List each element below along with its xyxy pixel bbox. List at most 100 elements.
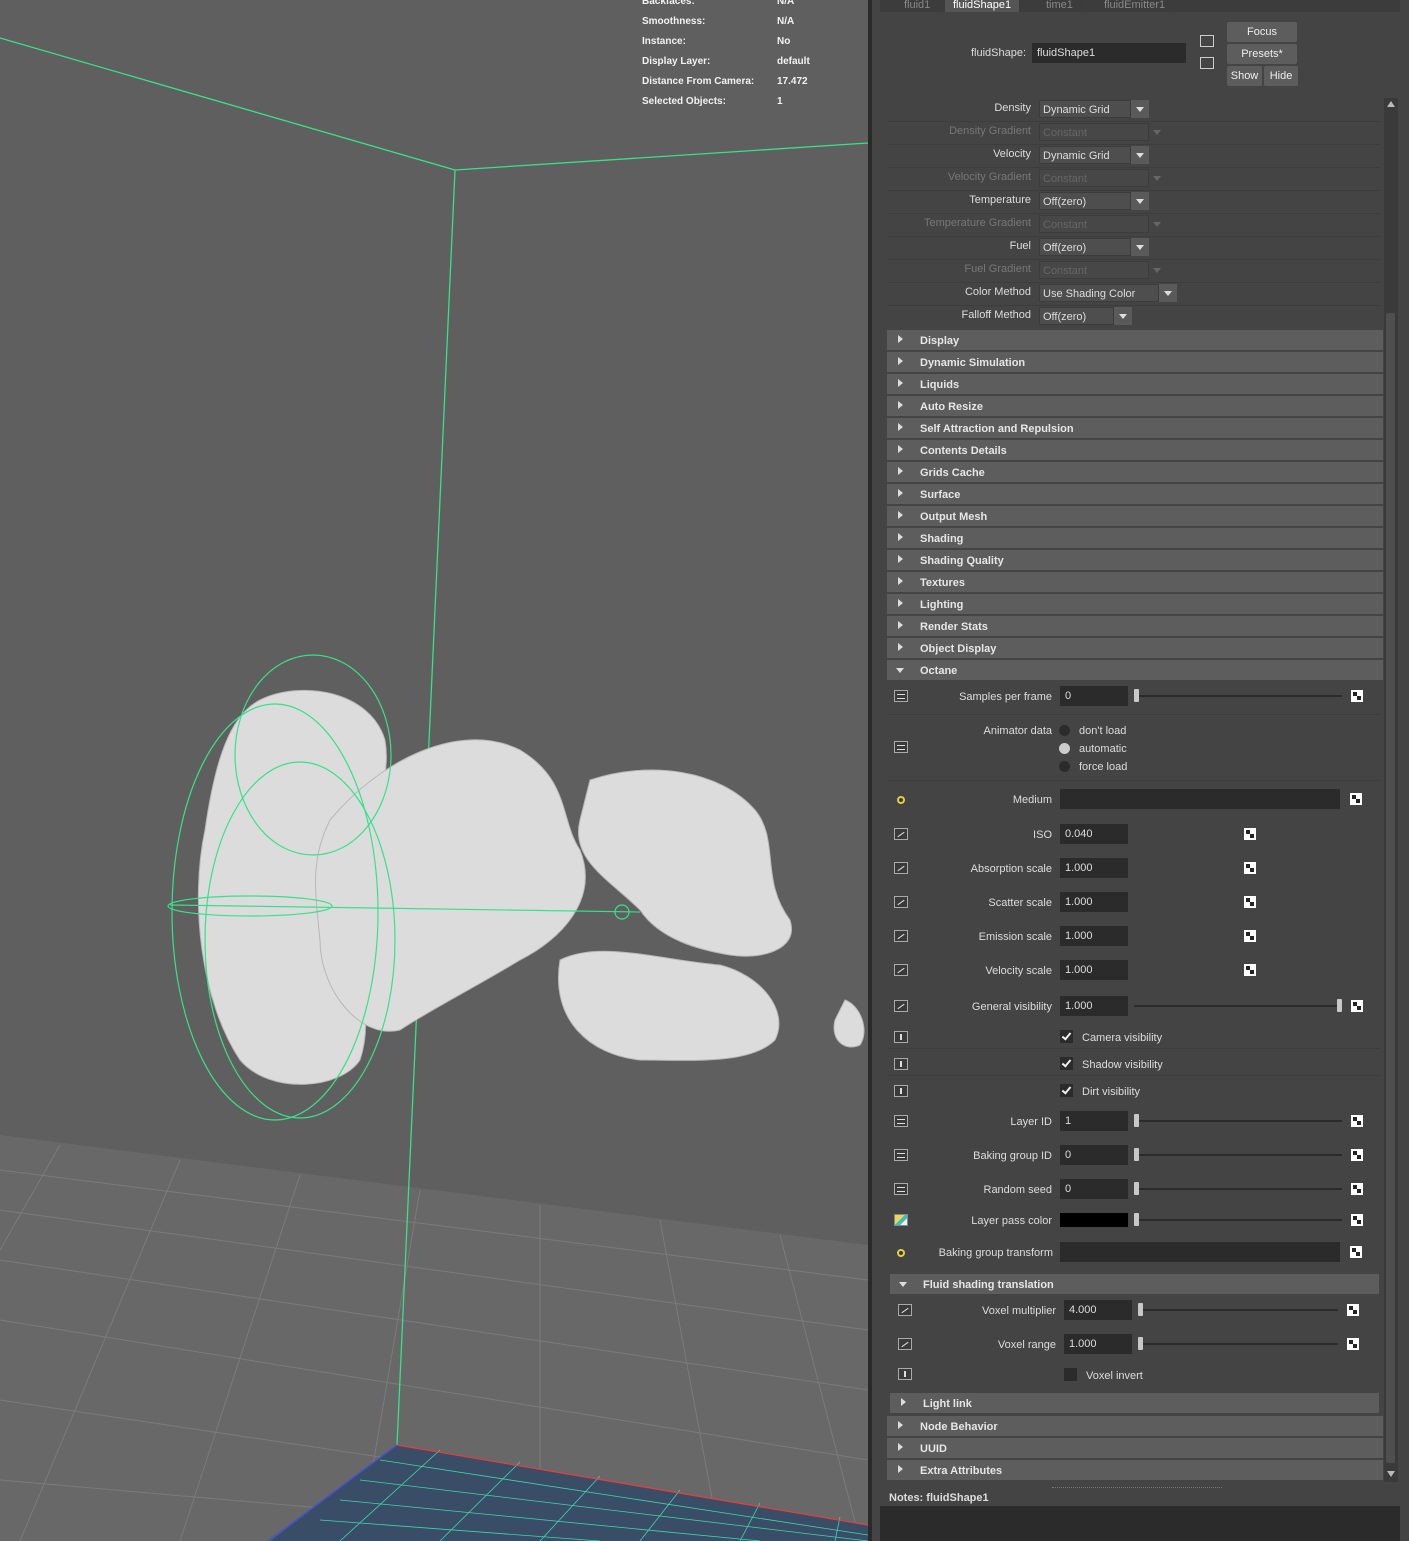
iso-field[interactable]: 0.040 [1060,824,1128,844]
chevron-down-icon[interactable] [1131,192,1149,210]
go-to-input-icon[interactable] [1200,35,1214,47]
slider-knob[interactable] [1138,1303,1143,1316]
section-header[interactable]: Shading Quality [887,550,1383,570]
voxel-range-slider[interactable] [1138,1343,1338,1345]
baking-group-transform-field[interactable] [1060,1242,1340,1262]
voxel-range-field[interactable]: 1.000 [1064,1334,1132,1354]
section-header[interactable]: Self Attraction and Repulsion [887,418,1383,438]
voxel-invert-checkbox[interactable] [1064,1368,1077,1381]
map-button-icon[interactable] [1244,930,1256,942]
voxel-multiplier-slider[interactable] [1138,1309,1338,1311]
section-header[interactable]: Render Stats [887,616,1383,636]
section-header[interactable]: Dynamic Simulation [887,352,1383,372]
section-header[interactable]: Textures [887,572,1383,592]
scatter-scale-field[interactable]: 1.000 [1060,892,1128,912]
camera-visibility-checkbox[interactable] [1060,1030,1073,1043]
section-header[interactable]: Object Display [887,638,1383,658]
section-header[interactable]: Output Mesh [887,506,1383,526]
layer-pass-color-swatch[interactable] [1060,1213,1128,1227]
section-fluid-shading-translation[interactable]: Fluid shading translation [890,1274,1379,1294]
tab-fluid1[interactable]: fluid1 [896,0,940,12]
section-header[interactable]: Contents Details [887,440,1383,460]
map-button-icon[interactable] [1351,1149,1363,1161]
contents-method-dropdown[interactable]: Dynamic Grid [1039,146,1131,164]
node-name-field[interactable]: fluidShape1 [1032,43,1186,63]
scroll-thumb[interactable] [1386,313,1395,1463]
radio-dont-load[interactable] [1059,725,1070,736]
attribute-scrollbar[interactable] [1384,98,1398,1482]
contents-method-dropdown[interactable]: Off(zero) [1039,238,1131,256]
chevron-down-icon[interactable] [1131,238,1149,256]
tab-fluidEmitter1[interactable]: fluidEmitter1 [1096,0,1175,12]
radio-force-load[interactable] [1059,761,1070,772]
slider-knob[interactable] [1138,1337,1143,1350]
map-button-icon[interactable] [1351,1115,1363,1127]
map-button-icon[interactable] [1351,1214,1363,1226]
layer-pass-color-slider[interactable] [1134,1219,1342,1221]
velocity-scale-field[interactable]: 1.000 [1060,960,1128,980]
section-header[interactable]: Liquids [887,374,1383,394]
section-header[interactable]: Shading [887,528,1383,548]
section-header[interactable]: Display [887,330,1383,350]
map-button-icon[interactable] [1350,793,1362,805]
random-seed-field[interactable]: 0 [1060,1179,1128,1199]
tab-time1[interactable]: time1 [1038,0,1082,12]
general-visibility-field[interactable]: 1.000 [1060,996,1128,1016]
hide-button[interactable]: Hide [1264,66,1298,86]
section-light-link[interactable]: Light link [890,1393,1379,1413]
baking-group-id-slider[interactable] [1134,1154,1342,1156]
contents-method-dropdown[interactable]: Dynamic Grid [1039,100,1131,118]
samples-per-frame-slider[interactable] [1134,695,1342,697]
slider-knob[interactable] [1134,1182,1139,1195]
map-button-icon[interactable] [1351,690,1363,702]
tab-fluidShape1[interactable]: fluidShape1 [945,0,1021,12]
map-button-icon[interactable] [1244,964,1256,976]
section-header[interactable]: Extra Attributes [887,1460,1383,1480]
section-octane[interactable]: Octane [887,660,1383,680]
focus-button[interactable]: Focus [1227,22,1297,42]
baking-group-id-field[interactable]: 0 [1060,1145,1128,1165]
show-button[interactable]: Show [1227,66,1262,86]
chevron-down-icon[interactable] [1159,284,1177,302]
section-header[interactable]: Lighting [887,594,1383,614]
go-to-output-icon[interactable] [1200,57,1214,69]
map-button-icon[interactable] [1351,1183,1363,1195]
layer-id-slider[interactable] [1134,1120,1342,1122]
contents-method-dropdown[interactable]: Off(zero) [1039,307,1114,325]
general-visibility-slider[interactable] [1134,1005,1342,1007]
section-header[interactable]: Surface [887,484,1383,504]
emission-scale-field[interactable]: 1.000 [1060,926,1128,946]
dirt-visibility-checkbox[interactable] [1060,1084,1073,1097]
shadow-visibility-checkbox[interactable] [1060,1057,1073,1070]
slider-knob[interactable] [1134,1148,1139,1161]
scroll-down-arrow-icon[interactable] [1387,1471,1395,1477]
3d-viewport[interactable]: Backfaces: N/A Smoothness: N/A Instance: No Di… [0,0,868,1541]
slider-knob[interactable] [1134,1114,1139,1127]
slider-knob[interactable] [1134,1213,1139,1226]
map-button-icon[interactable] [1244,896,1256,908]
radio-automatic[interactable] [1059,743,1070,754]
absorption-scale-field[interactable]: 1.000 [1060,858,1128,878]
notes-resize-handle[interactable] [1052,1487,1222,1488]
voxel-multiplier-field[interactable]: 4.000 [1064,1300,1132,1320]
scroll-up-arrow-icon[interactable] [1387,101,1395,107]
random-seed-slider[interactable] [1134,1188,1342,1190]
samples-per-frame-field[interactable]: 0 [1060,686,1128,706]
map-button-icon[interactable] [1347,1338,1359,1350]
section-header[interactable]: Auto Resize [887,396,1383,416]
contents-method-dropdown[interactable]: Off(zero) [1039,192,1131,210]
medium-field[interactable] [1060,789,1340,809]
contents-method-dropdown[interactable]: Use Shading Color [1039,284,1159,302]
map-button-icon[interactable] [1244,862,1256,874]
section-header[interactable]: Grids Cache [887,462,1383,482]
slider-knob[interactable] [1134,689,1139,702]
map-button-icon[interactable] [1347,1304,1359,1316]
chevron-down-icon[interactable] [1131,146,1149,164]
section-header[interactable]: UUID [887,1438,1383,1458]
presets-button[interactable]: Presets* [1227,44,1297,64]
section-header[interactable]: Node Behavior [887,1416,1383,1436]
map-button-icon[interactable] [1351,1000,1363,1012]
slider-knob[interactable] [1337,999,1342,1012]
notes-textarea[interactable] [880,1506,1400,1541]
chevron-down-icon[interactable] [1114,307,1132,325]
